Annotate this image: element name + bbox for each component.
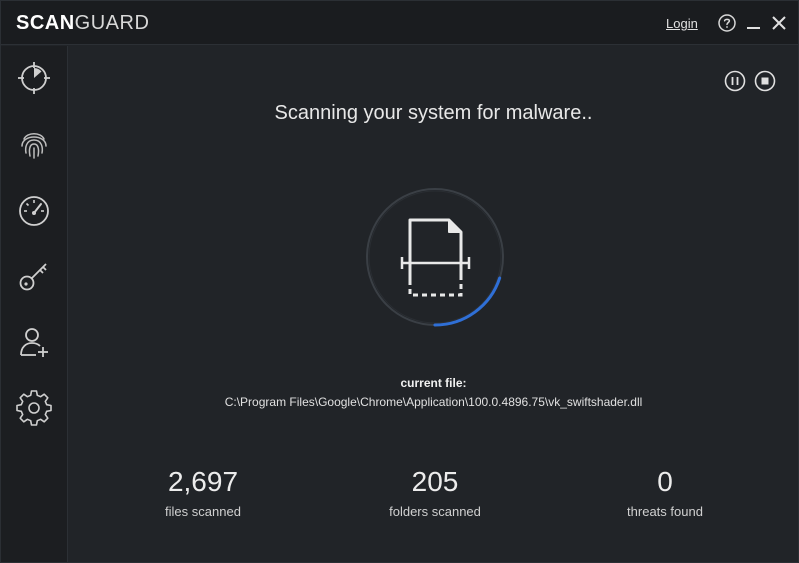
stop-icon xyxy=(754,70,776,92)
gear-icon xyxy=(16,390,52,426)
sidebar xyxy=(1,46,68,562)
sidebar-item-account[interactable] xyxy=(12,320,56,364)
stat-value: 0 xyxy=(657,466,673,497)
sidebar-item-scan[interactable] xyxy=(12,56,56,100)
current-file-path: C:\Program Files\Google\Chrome\Applicati… xyxy=(224,395,643,409)
stat-value: 2,697 xyxy=(167,466,239,497)
minimize-icon[interactable] xyxy=(744,13,764,33)
close-icon[interactable] xyxy=(769,13,789,33)
scan-progress-ring xyxy=(365,187,505,327)
pause-button[interactable] xyxy=(724,70,746,92)
sidebar-item-performance[interactable] xyxy=(12,188,56,232)
fingerprint-icon xyxy=(21,133,47,159)
document-scan-icon xyxy=(400,218,471,297)
stat-files-scanned: 2,697 files scanned xyxy=(103,466,303,519)
pause-icon xyxy=(724,70,746,92)
stat-threats-found: 0 threats found xyxy=(565,466,765,519)
antivirus-scan-icon xyxy=(18,62,50,94)
scan-progress-arc xyxy=(365,187,505,327)
app-logo: SCANGUARD xyxy=(16,12,149,34)
stat-label: folders scanned xyxy=(389,504,481,519)
stop-button[interactable] xyxy=(754,70,776,92)
stat-label: files scanned xyxy=(165,504,241,519)
sidebar-item-identity[interactable] xyxy=(12,122,56,166)
stat-label: threats found xyxy=(627,504,703,519)
stat-folders-scanned: 205 folders scanned xyxy=(335,466,535,519)
brand-bold: SCAN xyxy=(16,12,75,34)
speedometer-icon xyxy=(19,196,49,226)
scanguard-window: SCANGUARD Login Scanning your system for… xyxy=(0,0,799,563)
scan-status-heading: Scanning your system for malware.. xyxy=(274,102,593,124)
current-file-label: current file: xyxy=(400,376,467,390)
add-user-icon xyxy=(20,328,48,357)
sidebar-item-passwords[interactable] xyxy=(12,254,56,298)
stat-value: 205 xyxy=(411,466,459,497)
login-link[interactable]: Login xyxy=(666,16,698,31)
title-bar: SCANGUARD Login xyxy=(1,1,798,45)
sidebar-item-settings[interactable] xyxy=(12,386,56,430)
key-icon xyxy=(19,263,47,291)
help-icon[interactable] xyxy=(717,13,737,33)
scan-panel: Scanning your system for malware.. curre… xyxy=(69,46,798,562)
brand-light: GUARD xyxy=(74,12,150,34)
